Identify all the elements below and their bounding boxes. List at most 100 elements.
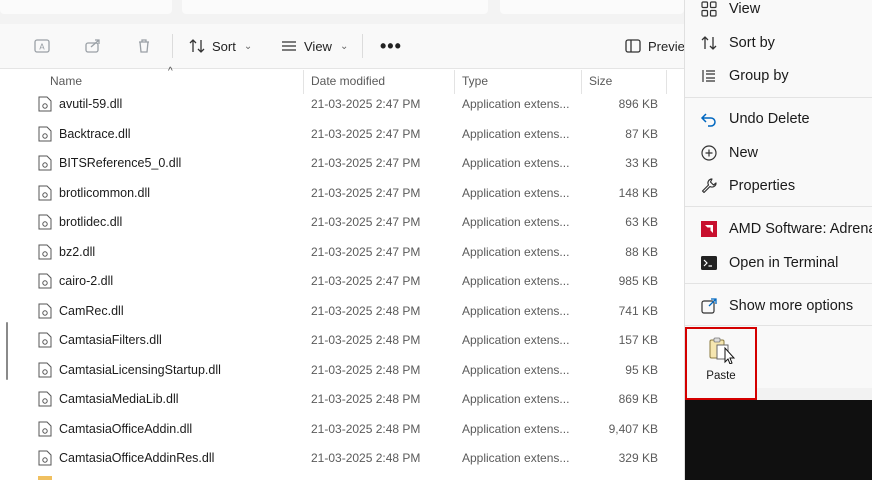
address-segment [182, 0, 488, 14]
file-date: 21-03-2025 2:47 PM [311, 185, 421, 200]
group-by-icon [699, 66, 719, 86]
dll-file-icon [38, 126, 52, 141]
file-type: Application extens... [462, 421, 570, 436]
file-type: Application extens... [462, 215, 570, 229]
search-segment [500, 0, 684, 14]
command-bar: A Sort ⌄ View ⌄ ••• Previe [0, 24, 685, 69]
file-row[interactable]: CamtasiaFilters.dll 21-03-2025 2:48 PM A… [0, 326, 684, 356]
background-window [685, 400, 872, 480]
menu-item-sort-by[interactable]: Sort by [685, 28, 872, 58]
file-size: 33 KB [625, 156, 658, 170]
file-type: Application extens... [462, 333, 570, 347]
toolbar-divider [172, 34, 173, 58]
menu-item-group-by[interactable]: Group by [685, 61, 872, 91]
file-row[interactable]: CamtasiaLicensingStartup.dll 21-03-2025 … [0, 356, 684, 386]
menu-item-open-terminal[interactable]: Open in Terminal [685, 248, 872, 278]
undo-icon [699, 109, 719, 129]
file-name: CamtasiaMediaLib.dll [59, 392, 179, 406]
amd-logo-icon [699, 219, 719, 239]
menu-item-view[interactable]: View [685, 0, 872, 24]
menu-item-new[interactable]: New [685, 138, 872, 168]
file-row[interactable]: brotlidec.dll 21-03-2025 2:47 PM Applica… [0, 208, 684, 238]
preview-label: Previe [648, 38, 685, 54]
menu-divider [685, 325, 872, 326]
menu-divider [685, 97, 872, 98]
file-name: brotlicommon.dll [59, 185, 151, 200]
file-type: Application extens... [462, 244, 570, 259]
dll-file-icon [38, 185, 52, 200]
menu-item-label: Show more options [729, 298, 854, 314]
file-list: avutil-59.dll 21-03-2025 2:47 PM Applica… [0, 90, 684, 474]
new-plus-icon [699, 143, 719, 163]
tab-segment [0, 0, 172, 14]
file-row[interactable]: brotlicommon.dll 21-03-2025 2:47 PM Appl… [0, 179, 684, 209]
file-name: BITSReference5_0.dll [59, 156, 182, 170]
file-row[interactable]: CamRec.dll 21-03-2025 2:48 PM Applicatio… [0, 297, 684, 327]
file-type: Application extens... [462, 392, 570, 406]
file-name: CamtasiaOfficeAddin.dll [59, 421, 193, 436]
file-size: 329 KB [618, 451, 658, 465]
rename-icon[interactable]: A [32, 36, 52, 56]
sort-ascending-icon: ^ [168, 66, 173, 77]
file-row[interactable]: bz2.dll 21-03-2025 2:47 PM Application e… [0, 238, 684, 268]
file-date: 21-03-2025 2:47 PM [311, 244, 421, 259]
menu-item-label: AMD Software: Adrena [729, 221, 872, 237]
file-size: 87 KB [625, 126, 658, 141]
file-type: Application extens... [462, 97, 570, 111]
file-name: CamtasiaLicensingStartup.dll [59, 362, 221, 377]
file-name: avutil-59.dll [59, 97, 123, 111]
file-date: 21-03-2025 2:48 PM [311, 362, 421, 377]
menu-item-undo-delete[interactable]: Undo Delete [685, 104, 872, 134]
chevron-down-icon: ⌄ [339, 40, 349, 52]
menu-item-show-more-options[interactable]: Show more options [685, 291, 872, 321]
file-date: 21-03-2025 2:48 PM [311, 421, 421, 436]
share-icon[interactable] [83, 36, 103, 56]
file-date: 21-03-2025 2:48 PM [311, 392, 421, 406]
dll-file-icon [38, 155, 52, 171]
sort-icon [699, 33, 719, 53]
file-row[interactable]: CamtasiaMediaLib.dll 21-03-2025 2:48 PM … [0, 385, 684, 415]
file-date: 21-03-2025 2:47 PM [311, 156, 421, 170]
paste-button[interactable]: Paste [685, 327, 757, 400]
file-size: 9,407 KB [608, 421, 658, 436]
file-size: 157 KB [618, 333, 658, 347]
file-row[interactable]: BITSReference5_0.dll 21-03-2025 2:47 PM … [0, 149, 684, 179]
sort-label: Sort [212, 38, 236, 54]
file-type: Application extens... [462, 156, 570, 170]
menu-item-properties[interactable]: Properties [685, 171, 872, 201]
file-name: brotlidec.dll [59, 215, 123, 229]
view-grid-icon [699, 0, 719, 19]
preview-pane-icon [625, 39, 641, 53]
file-row[interactable]: CamtasiaOfficeAddin.dll 21-03-2025 2:48 … [0, 415, 684, 445]
file-name: CamtasiaOfficeAddinRes.dll [59, 451, 215, 465]
file-size: 869 KB [618, 392, 658, 406]
sort-button[interactable]: Sort ⌄ [188, 34, 252, 58]
menu-item-amd-software[interactable]: AMD Software: Adrena [685, 214, 872, 244]
file-row[interactable]: CamtasiaOfficeAddinRes.dll 21-03-2025 2:… [0, 444, 684, 474]
preview-button[interactable]: Previe [624, 34, 685, 58]
more-options-button[interactable]: ••• [380, 36, 402, 57]
menu-item-label: Sort by [729, 35, 775, 51]
view-button[interactable]: View ⌄ [280, 34, 348, 58]
delete-icon[interactable] [134, 36, 154, 56]
folder-icon [38, 476, 52, 480]
file-name: Backtrace.dll [59, 126, 131, 141]
file-date: 21-03-2025 2:47 PM [311, 97, 421, 111]
menu-item-label: New [729, 145, 759, 161]
file-size: 88 KB [625, 244, 658, 259]
file-name: CamtasiaFilters.dll [59, 333, 162, 347]
menu-item-label: Open in Terminal [729, 255, 839, 271]
dll-file-icon [38, 391, 52, 407]
dll-file-icon [38, 96, 52, 112]
file-row[interactable]: Backtrace.dll 21-03-2025 2:47 PM Applica… [0, 120, 684, 150]
menu-item-label: Undo Delete [729, 111, 810, 127]
file-row[interactable]: cairo-2.dll 21-03-2025 2:47 PM Applicati… [0, 267, 684, 297]
file-date: 21-03-2025 2:47 PM [311, 126, 421, 141]
dll-file-icon [38, 421, 52, 436]
chevron-down-icon: ⌄ [243, 40, 253, 52]
dll-file-icon [38, 450, 52, 466]
dll-file-icon [38, 303, 52, 318]
menu-item-label: View [729, 1, 761, 17]
file-type: Application extens... [462, 126, 570, 141]
file-row[interactable]: avutil-59.dll 21-03-2025 2:47 PM Applica… [0, 90, 684, 120]
